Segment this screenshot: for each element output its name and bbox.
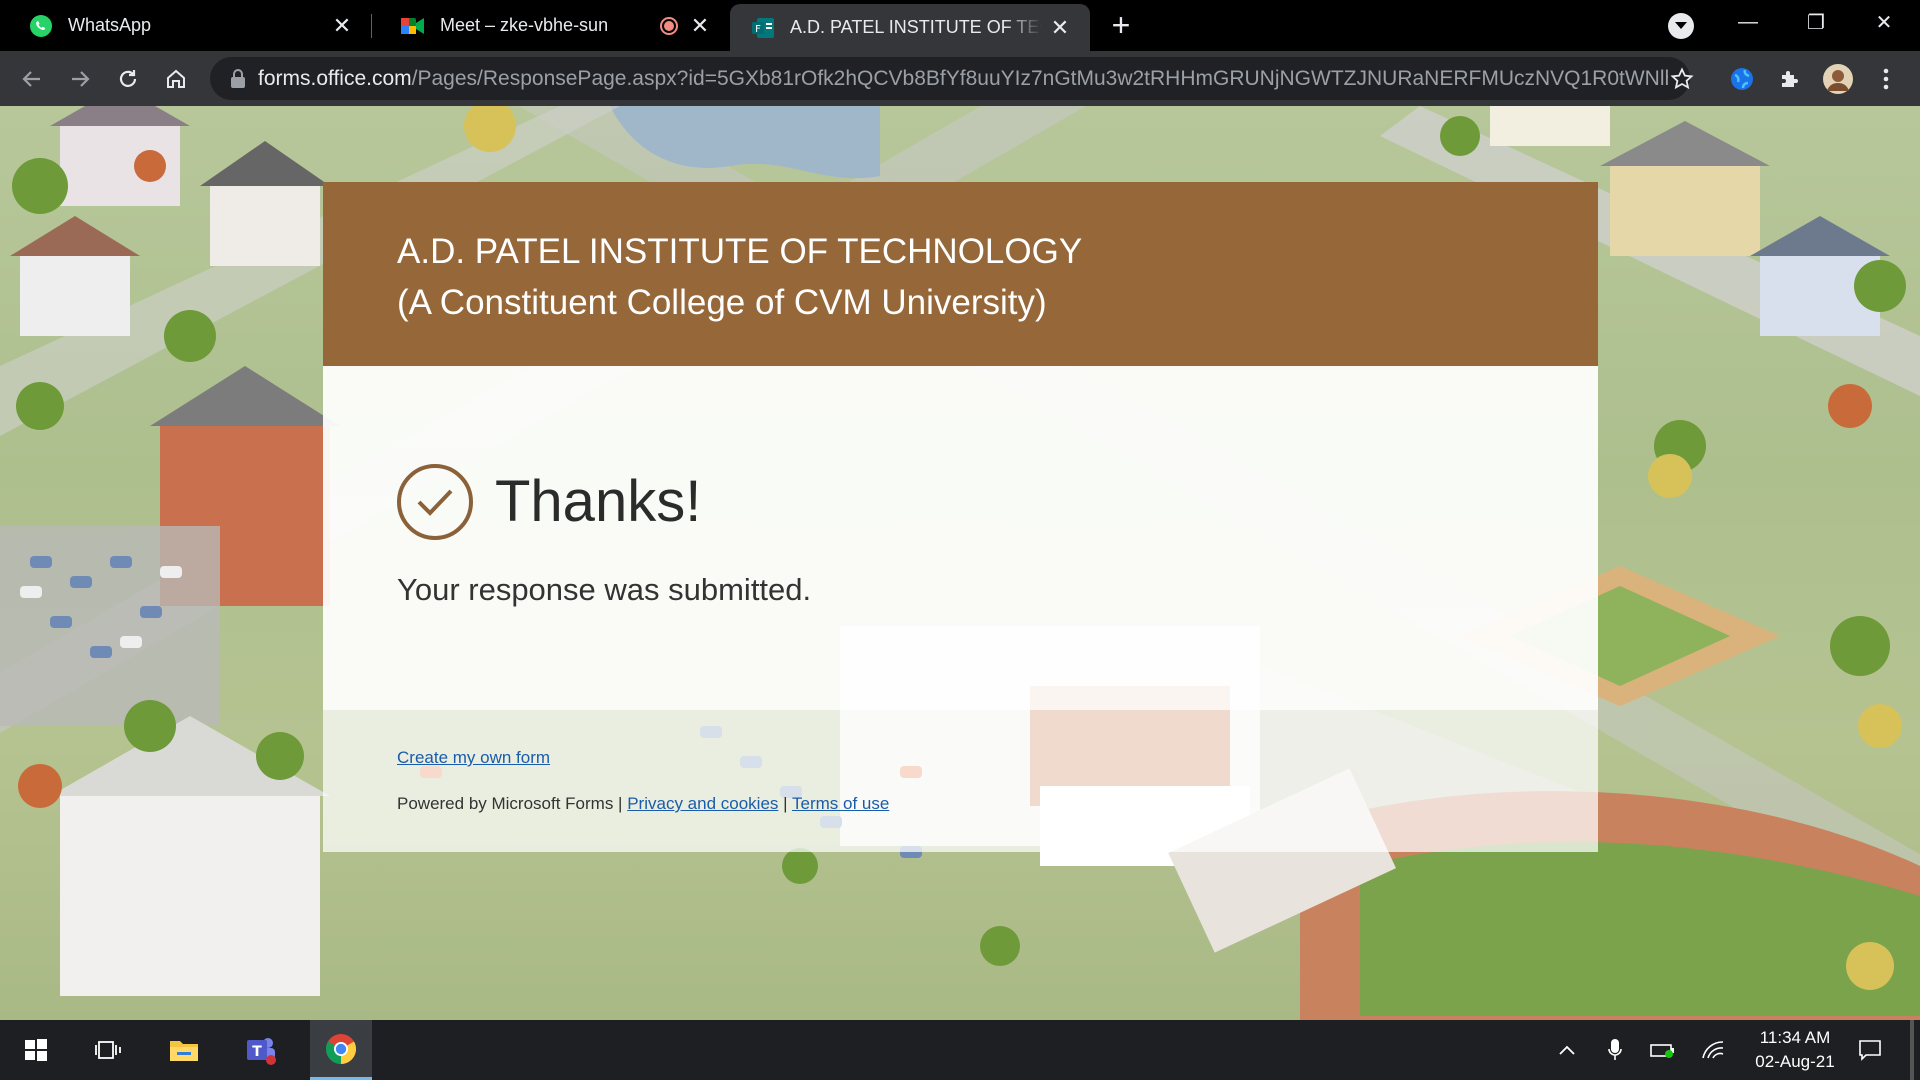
restore-button[interactable]: ❐ <box>1786 0 1846 44</box>
confirmation-panel: Thanks! Your response was submitted. <box>323 366 1598 710</box>
tab-title: WhatsApp <box>68 15 152 35</box>
privacy-link[interactable]: Privacy and cookies <box>627 794 778 813</box>
lock-icon[interactable] <box>230 68 246 89</box>
extension-globe-icon[interactable] <box>1724 61 1760 97</box>
tab-forms[interactable]: F A.D. PATEL INSTITUTE OF TECHNOLOGY ✕ <box>730 4 1090 51</box>
forward-icon[interactable] <box>60 59 100 99</box>
task-view-icon[interactable] <box>82 1020 134 1080</box>
system-clock[interactable]: 11:34 AM 02-Aug-21 <box>1735 1026 1855 1074</box>
menu-dots-icon[interactable] <box>1868 61 1904 97</box>
thanks-heading: Thanks! <box>495 469 702 534</box>
microphone-icon[interactable] <box>1600 1020 1630 1080</box>
windows-taskbar: T 11:34 AM 02-Aug-21 <box>0 1020 1920 1080</box>
notifications-icon[interactable] <box>1850 1020 1890 1080</box>
new-tab-button[interactable]: + <box>1103 8 1139 44</box>
url-text: forms.office.com/Pages/ResponsePage.aspx… <box>258 66 1668 90</box>
microsoft-forms-icon: F <box>750 15 776 41</box>
address-bar[interactable]: forms.office.com/Pages/ResponsePage.aspx… <box>210 57 1690 100</box>
clock-date: 02-Aug-21 <box>1755 1052 1835 1071</box>
recording-icon <box>660 16 678 35</box>
checkmark-icon <box>397 464 473 540</box>
bookmark-star-icon[interactable] <box>1664 61 1700 97</box>
battery-charging-icon[interactable] <box>1648 1020 1678 1080</box>
page-content: A.D. PATEL INSTITUTE OF TECHNOLOGY (A Co… <box>0 106 1920 1020</box>
windows-start-icon[interactable] <box>10 1020 62 1080</box>
show-hidden-icons-chevron-up-icon[interactable] <box>1552 1020 1582 1080</box>
back-icon[interactable] <box>12 59 52 99</box>
tab-meet[interactable]: Meet – zke-vbhe-sun ✕ <box>372 0 730 51</box>
extensions-puzzle-icon[interactable] <box>1772 61 1808 97</box>
terms-link[interactable]: Terms of use <box>792 794 889 813</box>
form-title-line2: (A Constituent College of CVM University… <box>397 283 1047 322</box>
browser-toolbar: forms.office.com/Pages/ResponsePage.aspx… <box>0 51 1920 106</box>
close-tab-icon[interactable]: ✕ <box>330 13 354 38</box>
chrome-icon[interactable] <box>310 1020 372 1080</box>
close-window-button[interactable]: ✕ <box>1854 0 1914 44</box>
google-meet-icon <box>400 13 426 39</box>
form-header: A.D. PATEL INSTITUTE OF TECHNOLOGY (A Co… <box>323 182 1598 366</box>
form-card: A.D. PATEL INSTITUTE OF TECHNOLOGY (A Co… <box>323 182 1598 852</box>
form-footer: Create my own form Powered by Microsoft … <box>323 710 1598 852</box>
tab-title: Meet – zke-vbhe-sun <box>440 15 609 35</box>
home-icon[interactable] <box>156 59 196 99</box>
tab-search-icon[interactable] <box>1668 13 1694 39</box>
powered-by-text: Powered by Microsoft Forms | <box>397 794 623 813</box>
tab-whatsapp[interactable]: WhatsApp ✕ <box>0 0 372 51</box>
whatsapp-icon <box>28 13 54 39</box>
create-form-link[interactable]: Create my own form <box>397 748 550 767</box>
wifi-icon[interactable] <box>1698 1020 1728 1080</box>
form-title-line1: A.D. PATEL INSTITUTE OF TECHNOLOGY <box>397 232 1083 271</box>
reload-icon[interactable] <box>108 59 148 99</box>
file-explorer-icon[interactable] <box>158 1020 210 1080</box>
submitted-message: Your response was submitted. <box>397 572 812 607</box>
tab-title: A.D. PATEL INSTITUTE OF TECHNOLOGY <box>790 17 1042 37</box>
microsoft-teams-icon[interactable]: T <box>234 1020 286 1080</box>
footer-separator: | <box>783 794 788 813</box>
show-desktop-button[interactable] <box>1910 1020 1914 1080</box>
svg-text:F: F <box>755 24 761 35</box>
close-tab-icon[interactable]: ✕ <box>688 13 712 38</box>
profile-avatar[interactable] <box>1820 61 1856 97</box>
close-tab-icon[interactable]: ✕ <box>1048 15 1072 40</box>
clock-time: 11:34 AM <box>1759 1028 1831 1047</box>
tab-strip: WhatsApp ✕ Meet – zke-vbhe-sun ✕ F A.D. … <box>0 0 1920 51</box>
minimize-button[interactable]: — <box>1718 0 1778 44</box>
svg-text:T: T <box>252 1044 262 1060</box>
